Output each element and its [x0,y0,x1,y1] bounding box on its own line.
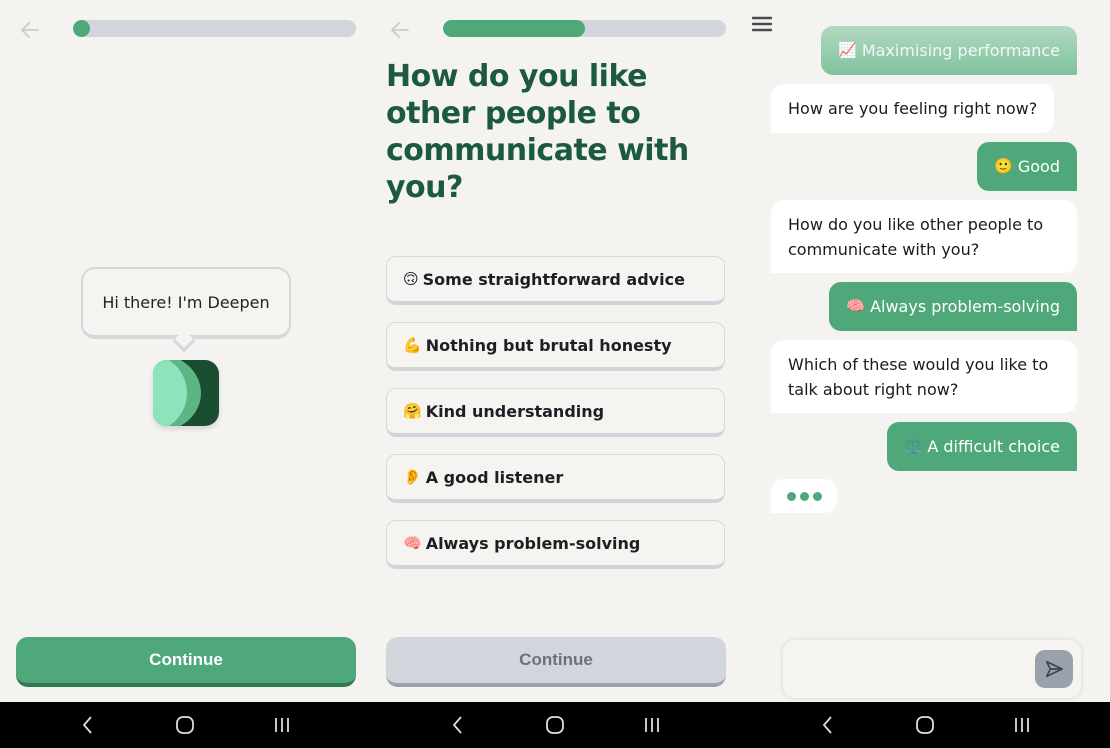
option-straightforward-advice[interactable]: 🙃 Some straightforward advice [386,256,725,305]
option-label: A good listener [425,467,564,487]
balance-scale-icon: ⚖️ [903,437,923,455]
upside-down-face-icon: 🙃 [403,270,419,288]
chat-message-user: 🙂 Good [977,142,1077,191]
send-icon [1045,660,1064,678]
nav-back-icon[interactable] [73,710,103,740]
question-screen: How do you like other people to communic… [370,0,740,702]
progress-fill [443,20,585,37]
typing-dot [812,491,822,501]
option-brutal-honesty[interactable]: 💪 Nothing but brutal honesty [386,322,725,371]
nav-recents-icon[interactable] [267,710,297,740]
nav-back-icon[interactable] [443,710,473,740]
chat-message-user: 📈 Maximising performance [821,26,1077,75]
chat-message-bot: Which of these would you like to talk ab… [771,340,1077,413]
chat-message-bot: How are you feeling right now? [771,84,1055,133]
progress-bar [73,20,356,37]
ear-icon: 👂 [403,468,422,486]
chat-message-user: ⚖️ A difficult choice [886,422,1077,471]
option-list: 🙃 Some straightforward advice 💪 Nothing … [386,256,725,586]
continue-button-disabled[interactable]: Continue [386,637,726,687]
continue-label: Continue [149,650,223,669]
typing-indicator [771,479,837,513]
back-arrow-icon[interactable] [388,18,412,42]
progress-bar [443,20,726,37]
message-text: Which of these would you like to talk ab… [788,354,1049,399]
option-label: Nothing but brutal honesty [425,335,672,355]
message-text: Always problem-solving [870,297,1060,316]
typing-dot [799,491,809,501]
chat-message-bot: How do you like other people to communic… [771,200,1077,273]
intro-screen: Hi there! I'm Deepen Continue [0,0,370,702]
option-label: Always problem-solving [425,533,641,553]
chat-screen: 📈 Maximising performance How are you fee… [740,0,1110,702]
typing-dot [786,491,796,501]
message-text: How do you like other people to communic… [788,214,1044,259]
option-problem-solving[interactable]: 🧠 Always problem-solving [386,520,725,569]
message-text: Maximising performance [861,41,1060,60]
slightly-smiling-face-icon: 🙂 [994,157,1013,175]
system-nav-bar [0,702,370,748]
system-nav-bar [370,702,740,748]
nav-home-icon[interactable] [910,710,940,740]
question-title: How do you like other people to communic… [386,59,689,205]
brain-icon: 🧠 [403,534,422,552]
flexed-biceps-icon: 💪 [403,336,422,354]
progress-fill [73,20,90,37]
deepen-logo-icon [153,360,219,426]
hamburger-menu-icon[interactable] [750,12,774,36]
message-text: How are you feeling right now? [788,99,1038,118]
back-arrow-icon[interactable] [18,18,42,42]
continue-button[interactable]: Continue [16,637,356,687]
hugging-face-icon: 🤗 [403,402,422,420]
send-button[interactable] [1035,650,1073,688]
greeting-text: Hi there! I'm Deepen [102,292,270,312]
nav-recents-icon[interactable] [637,710,667,740]
continue-label: Continue [519,650,593,669]
greeting-bubble: Hi there! I'm Deepen [81,267,291,339]
chat-message-user: 🧠 Always problem-solving [829,282,1077,331]
message-text: A difficult choice [927,437,1060,456]
nav-home-icon[interactable] [540,710,570,740]
option-label: Some straightforward advice [422,269,685,289]
chart-increasing-icon: 📈 [838,41,857,59]
nav-home-icon[interactable] [170,710,200,740]
option-good-listener[interactable]: 👂 A good listener [386,454,725,503]
nav-back-icon[interactable] [813,710,843,740]
option-kind-understanding[interactable]: 🤗 Kind understanding [386,388,725,437]
system-nav-bar [740,702,1110,748]
nav-recents-icon[interactable] [1007,710,1037,740]
brain-icon: 🧠 [846,297,866,315]
option-label: Kind understanding [425,401,605,421]
message-text: Good [1017,157,1060,176]
